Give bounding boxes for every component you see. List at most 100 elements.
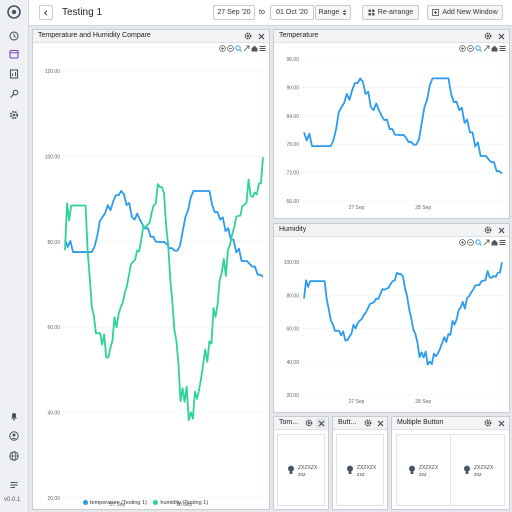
y-tick-label: 60.00: [286, 327, 299, 333]
button-sublabel: zxz: [298, 472, 306, 478]
device-button[interactable]: ZXZXZX zxz: [277, 434, 325, 506]
legend-item-humidity[interactable]: humidity (Testing 1): [153, 500, 208, 506]
start-date-input[interactable]: 27 Sep '20: [213, 5, 255, 20]
button-panel: Butt... ZXZXZX zxz: [332, 416, 388, 510]
panel-header: Multiple Button: [392, 417, 509, 430]
gear-icon[interactable]: [243, 31, 253, 41]
panel-header: Tom...: [274, 417, 328, 430]
y-tick-label: 60.00: [47, 325, 60, 331]
compare-chart[interactable]: 20.0040.0060.0080.00100.00120.0027 Sep 28…: [33, 43, 269, 509]
legend-item-temperature[interactable]: temperature (Testing 1): [83, 500, 147, 506]
close-icon[interactable]: [496, 31, 506, 41]
series-line-temperature[interactable]: [303, 77, 503, 175]
add-window-icon: [432, 9, 440, 16]
menu-icon[interactable]: [7, 478, 21, 492]
gear-icon[interactable]: [363, 418, 373, 428]
lightbulb-icon: [409, 465, 415, 474]
close-icon[interactable]: [496, 418, 506, 428]
y-tick-label: 66.00: [286, 199, 299, 205]
compare-panel: Temperature and Humidity Compare 20.00 40…: [32, 29, 270, 510]
lightbulb-icon: [288, 465, 294, 474]
panel-title: Humidity: [279, 226, 307, 233]
rearrange-button[interactable]: Re-arrange: [362, 5, 419, 20]
legend-label-humidity: humidity (Testing 1): [160, 500, 209, 506]
device-button[interactable]: ZXZXZX zxz: [452, 435, 505, 505]
y-tick-label: 20.00: [47, 496, 60, 502]
y-tick-label: 84.00: [286, 114, 299, 120]
x-tick-label: 28 Sep: [415, 205, 431, 211]
logo-icon[interactable]: [7, 5, 21, 19]
x-tick-label: 27 Sep: [349, 399, 365, 405]
legend-label-temperature: temperature (Testing 1): [90, 500, 147, 506]
settings-icon[interactable]: [7, 108, 21, 122]
y-tick-label: 100.00: [45, 154, 61, 160]
close-icon[interactable]: [496, 225, 506, 235]
bell-icon[interactable]: [7, 409, 21, 423]
sidebar: v0.0.1: [0, 0, 29, 512]
legend-dot: [83, 500, 88, 505]
y-tick-label: 40.00: [47, 411, 60, 417]
y-tick-label: 78.00: [286, 142, 299, 148]
humidity-chart[interactable]: 20.00 40.00 60.00 80.00 100.00 27 Sep 28 Sep: [274, 237, 509, 412]
y-tick-label: 80.00: [286, 293, 299, 299]
gear-icon[interactable]: [483, 225, 493, 235]
device-button[interactable]: ZXZXZX zxz: [397, 435, 451, 505]
x-tick-label: 27 Sep: [349, 205, 365, 211]
temperature-panel: Temperature 66.00 72.00 78.00 84.00 90.00 96.…: [273, 29, 510, 219]
device-button[interactable]: ZXZXZX zxz: [336, 434, 384, 506]
y-tick-label: 40.00: [286, 360, 299, 366]
panel-header: Butt...: [333, 417, 387, 430]
y-tick-label: 90.00: [286, 85, 299, 91]
user-icon[interactable]: [7, 429, 21, 443]
button-label: ZXZXZX: [474, 465, 494, 471]
close-icon[interactable]: [375, 418, 385, 428]
y-tick-label: 72.00: [286, 171, 299, 177]
multiple-button-panel: Multiple Button ZXZXZX zxz ZXZXZX zxz: [391, 416, 510, 510]
humidity-panel: Humidity 20.00 40.00 60.00 80.00 100.00 27 Se…: [273, 223, 510, 413]
panel-header: Temperature and Humidity Compare: [33, 30, 269, 43]
y-tick-label: 20.00: [286, 393, 299, 399]
lightbulb-icon: [347, 465, 353, 474]
button-sublabel: zxz: [357, 472, 365, 478]
key-icon[interactable]: [7, 87, 21, 101]
button-group: ZXZXZX zxz ZXZXZX zxz: [396, 434, 505, 506]
y-tick-label: 120.00: [45, 69, 61, 75]
series-line-humidity[interactable]: [64, 157, 264, 422]
grid-icon: [368, 9, 375, 16]
gear-icon[interactable]: [483, 418, 493, 428]
range-select[interactable]: Range: [315, 5, 351, 20]
add-window-label: Add New Window: [442, 9, 498, 16]
back-button[interactable]: [39, 5, 53, 20]
panel-title: Tom...: [279, 419, 299, 426]
add-window-button[interactable]: Add New Window: [427, 5, 503, 20]
globe-icon[interactable]: [7, 449, 21, 463]
top-bar: Testing 1 27 Sep '20 to 01 Oct '20 Range…: [29, 0, 512, 26]
button-label: ZXZXZX: [298, 465, 318, 471]
temperature-chart[interactable]: 66.00 72.00 78.00 84.00 90.00 96.00 27 Sep 28 S…: [274, 43, 509, 218]
panel-title: Temperature: [279, 32, 319, 39]
panel-title: Multiple Button: [397, 419, 444, 426]
x-tick-label: 28 Sep: [415, 399, 431, 405]
close-icon[interactable]: [316, 418, 326, 428]
series-line-humidity[interactable]: [303, 262, 503, 366]
chevron-left-icon: [43, 9, 48, 16]
sort-arrows-icon: [342, 9, 347, 16]
button-label: ZXZXZX: [357, 465, 377, 471]
panel-header: Temperature: [274, 30, 509, 43]
range-label: Range: [318, 9, 340, 16]
toggle-panel: Tom... ZXZXZX zxz: [273, 416, 329, 510]
close-icon[interactable]: [256, 31, 266, 41]
rearrange-label: Re-arrange: [377, 9, 414, 16]
panel-title: Temperature and Humidity Compare: [38, 32, 151, 39]
to-label: to: [259, 9, 265, 16]
y-tick-label: 80.00: [47, 240, 60, 246]
calendar-icon[interactable]: [7, 47, 21, 61]
gear-icon[interactable]: [483, 31, 493, 41]
page-title: Testing 1: [62, 7, 103, 18]
dashboard-icon[interactable]: [7, 29, 21, 43]
end-date-input[interactable]: 01 Oct '20: [270, 5, 314, 20]
report-icon[interactable]: [7, 67, 21, 81]
legend-dot: [153, 500, 159, 505]
y-tick-label: 96.00: [286, 57, 299, 63]
gear-icon[interactable]: [304, 418, 314, 428]
